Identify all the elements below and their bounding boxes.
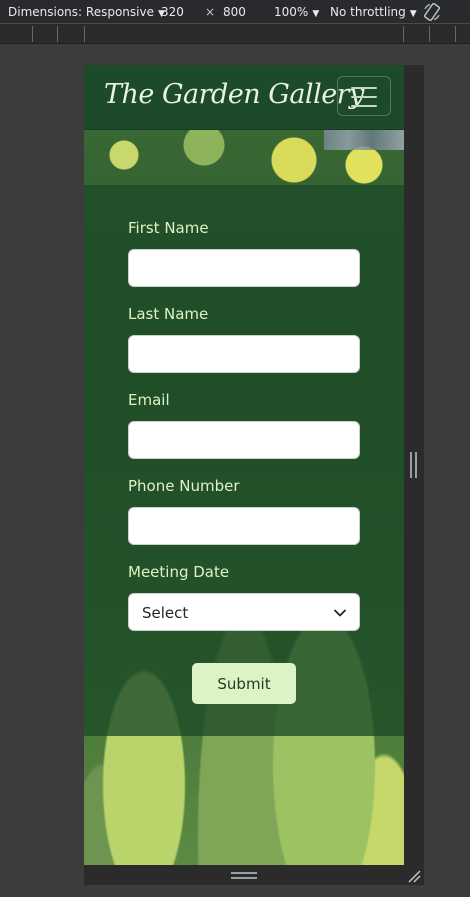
- throttling-dropdown[interactable]: No throttling ▼: [330, 4, 417, 22]
- ruler-tick: [403, 26, 404, 42]
- email-input[interactable]: [128, 421, 360, 459]
- media-query-ruler[interactable]: [0, 24, 470, 44]
- phone-number-input[interactable]: [128, 507, 360, 545]
- zoom-label: 100%: [274, 5, 309, 19]
- width-input[interactable]: 320: [161, 4, 184, 20]
- meeting-date-selected-value: Select: [142, 604, 189, 622]
- right-resize-handle-icon[interactable]: [410, 452, 418, 478]
- dimensions-dropdown[interactable]: Dimensions: Responsive ▼: [8, 4, 165, 22]
- rotate-icon[interactable]: [422, 2, 442, 22]
- background-window-detail: [324, 130, 404, 150]
- nav-toggle-button[interactable]: [337, 76, 391, 116]
- dimensions-label: Dimensions: Responsive: [8, 5, 154, 19]
- height-input[interactable]: 800: [223, 4, 246, 20]
- last-name-label: Last Name: [128, 305, 209, 323]
- ruler-tick: [32, 26, 33, 42]
- email-label: Email: [128, 391, 170, 409]
- meeting-date-label: Meeting Date: [128, 563, 230, 581]
- devtools-device-toolbar: Dimensions: Responsive ▼ 320 × 800 100% ▼ …: [0, 0, 470, 24]
- site-navbar: The Garden Gallery: [84, 65, 404, 130]
- submit-button[interactable]: Submit: [192, 663, 296, 704]
- resize-grip-icon[interactable]: [406, 868, 422, 884]
- ruler-tick: [455, 26, 456, 42]
- bottom-resize-handle-icon[interactable]: [231, 872, 257, 880]
- site-brand[interactable]: The Garden Gallery: [104, 73, 364, 117]
- caret-down-icon: ▼: [312, 9, 320, 19]
- first-name-label: First Name: [128, 219, 209, 237]
- meeting-date-select[interactable]: Select: [128, 593, 360, 631]
- throttling-label: No throttling: [330, 5, 406, 19]
- last-name-input[interactable]: [128, 335, 360, 373]
- times-sign: ×: [205, 5, 216, 19]
- ruler-tick: [84, 26, 85, 42]
- booking-form: First Name Last Name Email Phone Number …: [84, 185, 404, 736]
- zoom-dropdown[interactable]: 100% ▼: [274, 4, 319, 22]
- chevron-down-icon: [334, 609, 346, 617]
- phone-number-label: Phone Number: [128, 477, 240, 495]
- ruler-tick: [429, 26, 430, 42]
- caret-down-icon: ▼: [409, 9, 417, 19]
- device-viewport: The Garden Gallery First Name Last Name …: [84, 65, 404, 865]
- hamburger-icon: [351, 87, 377, 107]
- ruler-tick: [57, 26, 58, 42]
- first-name-input[interactable]: [128, 249, 360, 287]
